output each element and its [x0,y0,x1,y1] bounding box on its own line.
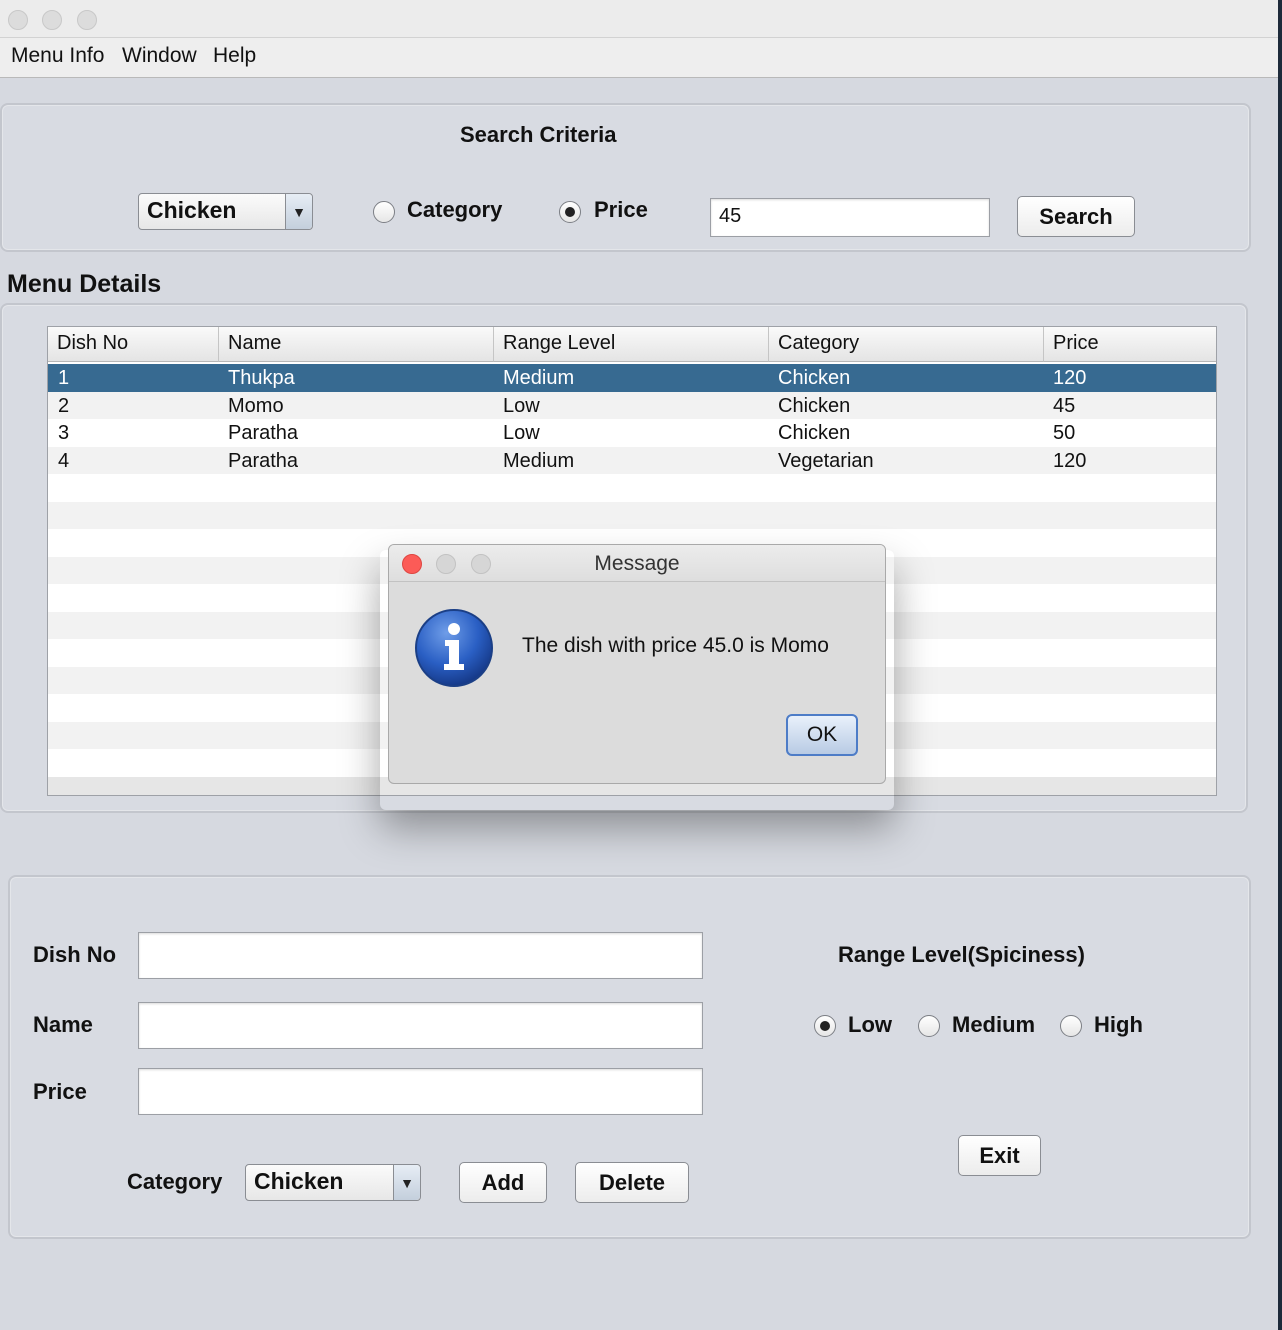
dialog-titlebar: Message [389,545,885,582]
empty-row [48,474,1216,502]
cell-name: Thukpa [228,367,295,389]
radio-category[interactable] [373,201,395,223]
cell-price: 45 [1053,394,1076,417]
dish-no-field[interactable] [138,932,703,979]
search-button[interactable]: Search [1017,196,1135,237]
search-category-value: Chicken [147,197,237,223]
add-button[interactable]: Add [459,1162,547,1203]
name-label: Name [33,1012,93,1037]
search-input[interactable]: 45 [710,198,990,237]
cell-dish-no: 1 [58,367,70,389]
cell-price: 120 [1053,367,1087,389]
radio-range-low-label: Low [848,1012,892,1037]
table-row[interactable]: 3 Paratha Low Chicken 50 [48,419,1216,447]
cell-category: Chicken [778,422,851,444]
menu-help[interactable]: Help [213,44,256,68]
name-field[interactable] [138,1002,703,1049]
message-dialog: Message The dish with price 45.0 is Momo… [388,544,886,784]
window-edge [1278,0,1282,1330]
column-header-category[interactable]: Category [769,327,1044,362]
radio-range-medium-label: Medium [952,1012,1036,1037]
category-label: Category [127,1169,223,1194]
menu-details-title: Menu Details [7,270,162,298]
window-titlebar [0,0,1282,38]
ok-button[interactable]: OK [786,714,858,756]
chevron-down-icon: ▼ [393,1165,420,1200]
delete-button[interactable]: Delete [575,1162,689,1203]
cell-dish-no: 4 [58,449,70,472]
cell-category: Chicken [778,367,851,389]
dialog-minimize-icon [436,554,456,574]
cell-range-level: Medium [503,449,575,472]
column-header-price[interactable]: Price [1044,327,1216,362]
exit-button[interactable]: Exit [958,1135,1041,1176]
info-icon [414,608,494,688]
chevron-down-icon: ▼ [285,194,312,229]
search-criteria-title: Search Criteria [460,122,617,147]
radio-range-high-label: High [1094,1012,1143,1037]
table-row[interactable]: 4 Paratha Medium Vegetarian 120 [48,446,1216,474]
cell-range-level: Low [503,394,540,417]
column-header-name[interactable]: Name [219,327,494,362]
cell-name: Paratha [228,449,299,472]
zoom-window-icon[interactable] [77,10,97,30]
cell-dish-no: 2 [58,394,70,417]
radio-price[interactable] [559,201,581,223]
menu-menu-info[interactable]: Menu Info [11,44,104,68]
menu-window[interactable]: Window [122,44,197,68]
minimize-window-icon[interactable] [42,10,62,30]
radio-price-label: Price [594,197,648,222]
column-header-dish-no[interactable]: Dish No [48,327,219,362]
cell-range-level: Medium [503,367,575,389]
radio-category-label: Category [407,197,503,222]
cell-price: 50 [1053,422,1076,444]
entry-form-panel: Dish No Name Price Category Chicken ▼ Ad… [8,875,1251,1239]
price-field[interactable] [138,1068,703,1115]
dialog-message: The dish with price 45.0 is Momo [522,634,829,657]
cell-category: Vegetarian [778,449,874,472]
radio-range-low[interactable] [814,1015,836,1037]
search-category-combo[interactable]: Chicken ▼ [138,193,313,230]
radio-range-medium[interactable] [918,1015,940,1037]
close-window-icon[interactable] [8,10,28,30]
search-input-value: 45 [719,205,742,227]
cell-name: Paratha [228,422,299,444]
dish-no-label: Dish No [33,942,117,967]
dialog-zoom-icon [471,554,491,574]
search-criteria-panel: Search Criteria Chicken ▼ Category Price… [0,103,1251,252]
table-row[interactable]: 1 Thukpa Medium Chicken 120 [48,364,1216,392]
cell-category: Chicken [778,394,851,417]
dialog-close-icon[interactable] [402,554,422,574]
table-row[interactable]: 2 Momo Low Chicken 45 [48,391,1216,419]
cell-price: 120 [1053,449,1087,472]
form-category-combo[interactable]: Chicken ▼ [245,1164,421,1201]
form-category-value: Chicken [254,1168,344,1194]
range-level-title: Range Level(Spiciness) [838,942,1085,967]
empty-row [48,501,1216,529]
dialog-title: Message [594,552,680,575]
menu-bar: Menu Info Window Help [0,38,1282,78]
cell-dish-no: 3 [58,422,70,444]
column-header-range-level[interactable]: Range Level [494,327,769,362]
radio-range-high[interactable] [1060,1015,1082,1037]
cell-range-level: Low [503,422,540,444]
price-label: Price [33,1079,87,1104]
cell-name: Momo [228,394,284,417]
